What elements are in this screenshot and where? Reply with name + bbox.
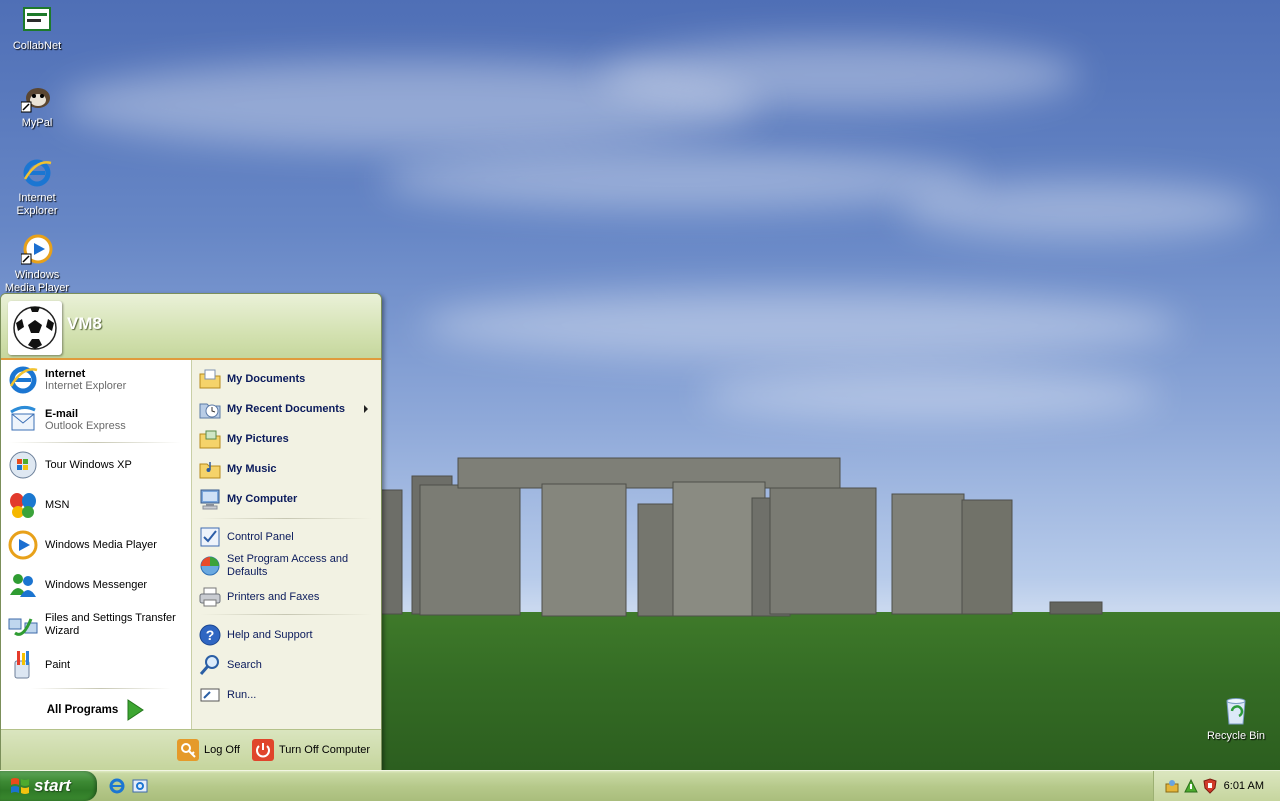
system-printers-faxes[interactable]: Printers and Faxes bbox=[198, 584, 378, 610]
soccer-ball-icon bbox=[13, 306, 57, 350]
internet-explorer-icon bbox=[21, 157, 53, 189]
pinned-internet[interactable]: Internet Internet Explorer bbox=[7, 363, 187, 397]
taskbar: start 6:01 AM bbox=[0, 770, 1280, 801]
start-menu-right-pane: My Documents My Recent Documents My Pict… bbox=[191, 360, 381, 729]
folder-documents-icon bbox=[198, 367, 222, 391]
show-desktop-icon bbox=[132, 779, 148, 793]
system-program-access[interactable]: Set Program Access and Defaults bbox=[198, 549, 378, 583]
all-programs-button[interactable]: All Programs bbox=[1, 696, 190, 724]
place-my-music[interactable]: My Music bbox=[198, 456, 378, 482]
username: VM8 bbox=[67, 314, 102, 333]
printer-icon bbox=[198, 585, 222, 609]
user-avatar[interactable] bbox=[8, 301, 62, 355]
start-label: start bbox=[34, 776, 71, 795]
recent-paint[interactable]: Paint bbox=[7, 648, 187, 682]
msn-butterfly-icon bbox=[7, 489, 39, 521]
network-tray-icon[interactable] bbox=[1164, 778, 1180, 794]
windows-messenger-icon bbox=[7, 569, 39, 601]
place-my-computer[interactable]: My Computer bbox=[198, 486, 378, 512]
recent-windows-media-player[interactable]: Windows Media Player bbox=[7, 528, 187, 562]
place-my-recent-documents[interactable]: My Recent Documents bbox=[198, 396, 378, 422]
submenu-arrow-icon bbox=[364, 405, 368, 413]
paint-icon bbox=[7, 649, 39, 681]
turn-off-computer-button[interactable]: Turn Off Computer bbox=[252, 739, 370, 761]
pinned-email[interactable]: E-mail Outlook Express bbox=[7, 403, 187, 437]
search-icon bbox=[198, 653, 222, 677]
separator bbox=[31, 688, 171, 689]
recent-tour-windows-xp[interactable]: Tour Windows XP bbox=[7, 448, 187, 482]
control-panel-icon bbox=[198, 525, 222, 549]
windows-media-player-icon bbox=[7, 529, 39, 561]
start-menu-header: VM8 bbox=[1, 294, 381, 360]
windows-logo-icon bbox=[11, 778, 29, 794]
system-control-panel[interactable]: Control Panel bbox=[198, 524, 378, 550]
desktop-icon-windows-media-player[interactable]: Windows Media Player bbox=[0, 234, 74, 295]
tour-windows-xp-icon bbox=[7, 449, 39, 481]
recent-windows-messenger[interactable]: Windows Messenger bbox=[7, 568, 187, 602]
search-item[interactable]: Search bbox=[198, 652, 378, 678]
clock[interactable]: 6:01 AM bbox=[1224, 780, 1264, 792]
folder-music-icon bbox=[198, 457, 222, 481]
separator bbox=[9, 442, 181, 443]
green-arrow-icon bbox=[127, 699, 145, 721]
start-menu-footer: Log Off Turn Off Computer bbox=[1, 729, 381, 771]
mypal-icon bbox=[20, 82, 53, 114]
desktop-icon-collabnet[interactable]: CollabNet bbox=[0, 5, 74, 53]
place-my-documents[interactable]: My Documents bbox=[198, 366, 378, 392]
run-item[interactable]: Run... bbox=[198, 682, 378, 708]
transfer-wizard-icon bbox=[7, 609, 39, 641]
recycle-bin-icon bbox=[1220, 695, 1252, 727]
outlook-express-icon bbox=[7, 404, 39, 436]
collabnet-icon bbox=[21, 5, 53, 37]
windows-media-player-icon bbox=[20, 234, 53, 266]
start-menu-left-pane: Internet Internet Explorer E-mail Outlook … bbox=[1, 360, 190, 729]
power-icon bbox=[252, 739, 274, 761]
security-shield-tray-icon[interactable] bbox=[1202, 778, 1218, 794]
my-computer-icon bbox=[198, 487, 222, 511]
run-icon bbox=[198, 683, 222, 707]
desktop-icon-recycle-bin[interactable]: Recycle Bin bbox=[1199, 695, 1273, 743]
desktop-icon-internet-explorer[interactable]: Internet Explorer bbox=[0, 157, 74, 218]
internet-explorer-icon bbox=[7, 364, 39, 396]
recent-files-transfer-wizard[interactable]: Files and Settings Transfer Wizard bbox=[7, 608, 187, 642]
folder-pictures-icon bbox=[198, 427, 222, 451]
internet-explorer-icon bbox=[109, 778, 125, 794]
start-button[interactable]: start bbox=[0, 771, 97, 801]
separator bbox=[200, 518, 372, 519]
recent-msn[interactable]: MSN bbox=[7, 488, 187, 522]
start-menu: VM8 Internet Internet Explorer E-mail Outl… bbox=[0, 293, 382, 772]
place-my-pictures[interactable]: My Pictures bbox=[198, 426, 378, 452]
quicklaunch-internet-explorer[interactable] bbox=[108, 777, 126, 795]
quicklaunch-show-desktop[interactable] bbox=[131, 777, 149, 795]
key-icon bbox=[177, 739, 199, 761]
separator bbox=[200, 614, 372, 615]
program-access-icon bbox=[198, 554, 222, 578]
log-off-button[interactable]: Log Off bbox=[177, 739, 240, 761]
svg-text:?: ? bbox=[206, 627, 215, 643]
desktop-icon-mypal[interactable]: MyPal bbox=[0, 82, 74, 130]
help-icon: ? bbox=[198, 623, 222, 647]
windows-update-tray-icon[interactable] bbox=[1183, 778, 1199, 794]
help-and-support[interactable]: ? Help and Support bbox=[198, 622, 378, 648]
system-tray: 6:01 AM bbox=[1153, 771, 1280, 801]
recent-documents-icon bbox=[198, 397, 222, 421]
